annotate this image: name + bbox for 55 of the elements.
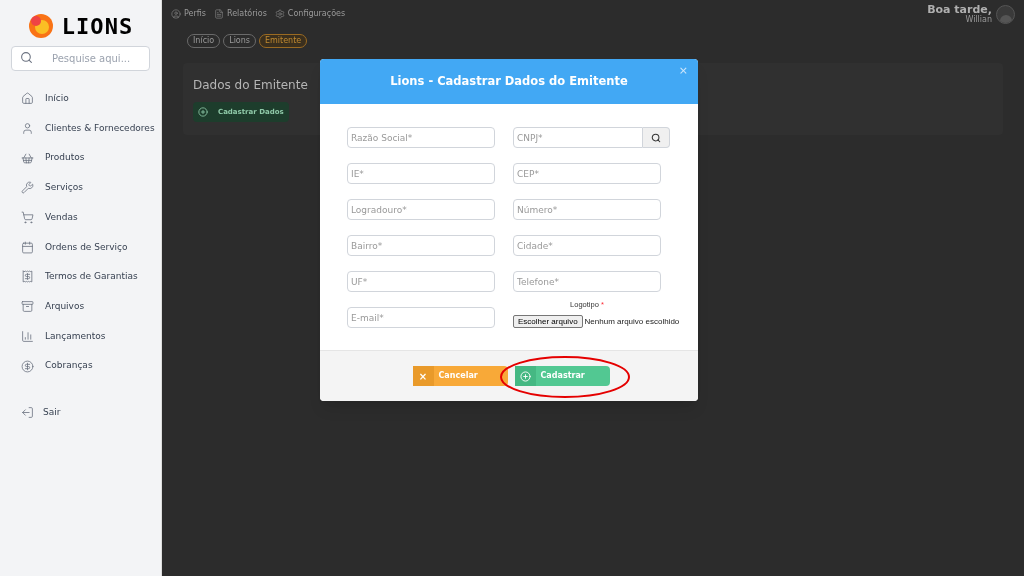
top-nav-link[interactable]: Perfis (184, 8, 206, 20)
nav-link[interactable]: Lançamentos (45, 329, 106, 344)
cart-icon (21, 211, 34, 225)
plus-icon (198, 107, 208, 117)
chart-icon (21, 329, 34, 343)
page-title: Dados do Emitente (193, 77, 308, 94)
logout-icon (21, 406, 34, 420)
nav-link[interactable]: Vendas (45, 210, 78, 225)
text-field[interactable]: E-mail* (347, 307, 495, 328)
brand-name: LIONS (61, 12, 134, 41)
home-icon (21, 92, 34, 106)
nav-link[interactable]: Serviços (45, 181, 83, 195)
text-field[interactable]: UF* (347, 271, 495, 292)
lion-logo-icon (27, 13, 54, 39)
breadcrumb-link[interactable]: Emitente (259, 34, 308, 48)
nav-link[interactable]: Cobranças (45, 359, 93, 373)
document-icon (21, 270, 34, 284)
search-field[interactable]: Pesquise aqui... (11, 46, 150, 71)
search-icon (651, 132, 661, 143)
basket-icon (21, 151, 34, 165)
text-field[interactable]: Logradouro* (347, 199, 495, 220)
text-field[interactable]: Razão Social* (347, 127, 495, 148)
greeting-text: Boa tarde, (927, 4, 992, 15)
file-status: Nenhum arquivo escolhido (584, 315, 680, 328)
choose-file-button[interactable]: Escolher arquivo (513, 315, 583, 328)
top-nav-link[interactable]: Relatórios (226, 8, 267, 20)
nav-link[interactable]: Ordens de Serviço (45, 240, 128, 255)
text-field[interactable]: Número* (513, 199, 661, 220)
text-field[interactable]: IE* (347, 163, 495, 184)
text-field[interactable]: CEP* (513, 163, 661, 184)
nav-link[interactable]: Arquivos (45, 299, 85, 314)
search-icon (20, 51, 33, 64)
top-nav-link[interactable]: Configurações (287, 8, 346, 20)
document-icon (213, 9, 224, 19)
settings-icon (274, 9, 285, 19)
nav-link[interactable]: Clientes & Fornecedores (45, 121, 155, 136)
cnpj-field[interactable]: CNPJ* (513, 127, 643, 148)
plus-icon (519, 370, 531, 382)
user-name: Willian (965, 16, 992, 24)
user-icon (21, 122, 34, 136)
text-field[interactable]: Telefone* (513, 271, 661, 292)
search-button[interactable] (643, 127, 670, 148)
dollar-icon (21, 359, 34, 373)
nav-link[interactable]: Termos de Garantias (45, 270, 138, 284)
close-icon: × (418, 368, 428, 384)
calendar-icon (21, 240, 34, 254)
nav-link[interactable]: Produtos (45, 151, 85, 165)
text-field[interactable]: Cidade* (513, 235, 661, 256)
nav-link[interactable]: Início (45, 92, 69, 106)
archive-icon (21, 300, 34, 314)
wrench-icon (21, 181, 34, 195)
modal-title: Lions - Cadastrar Dados do Emitente (390, 72, 628, 90)
logout-link[interactable]: Sair (43, 405, 61, 420)
text-field[interactable]: Bairro* (347, 235, 495, 256)
user-circle-icon (171, 9, 181, 19)
